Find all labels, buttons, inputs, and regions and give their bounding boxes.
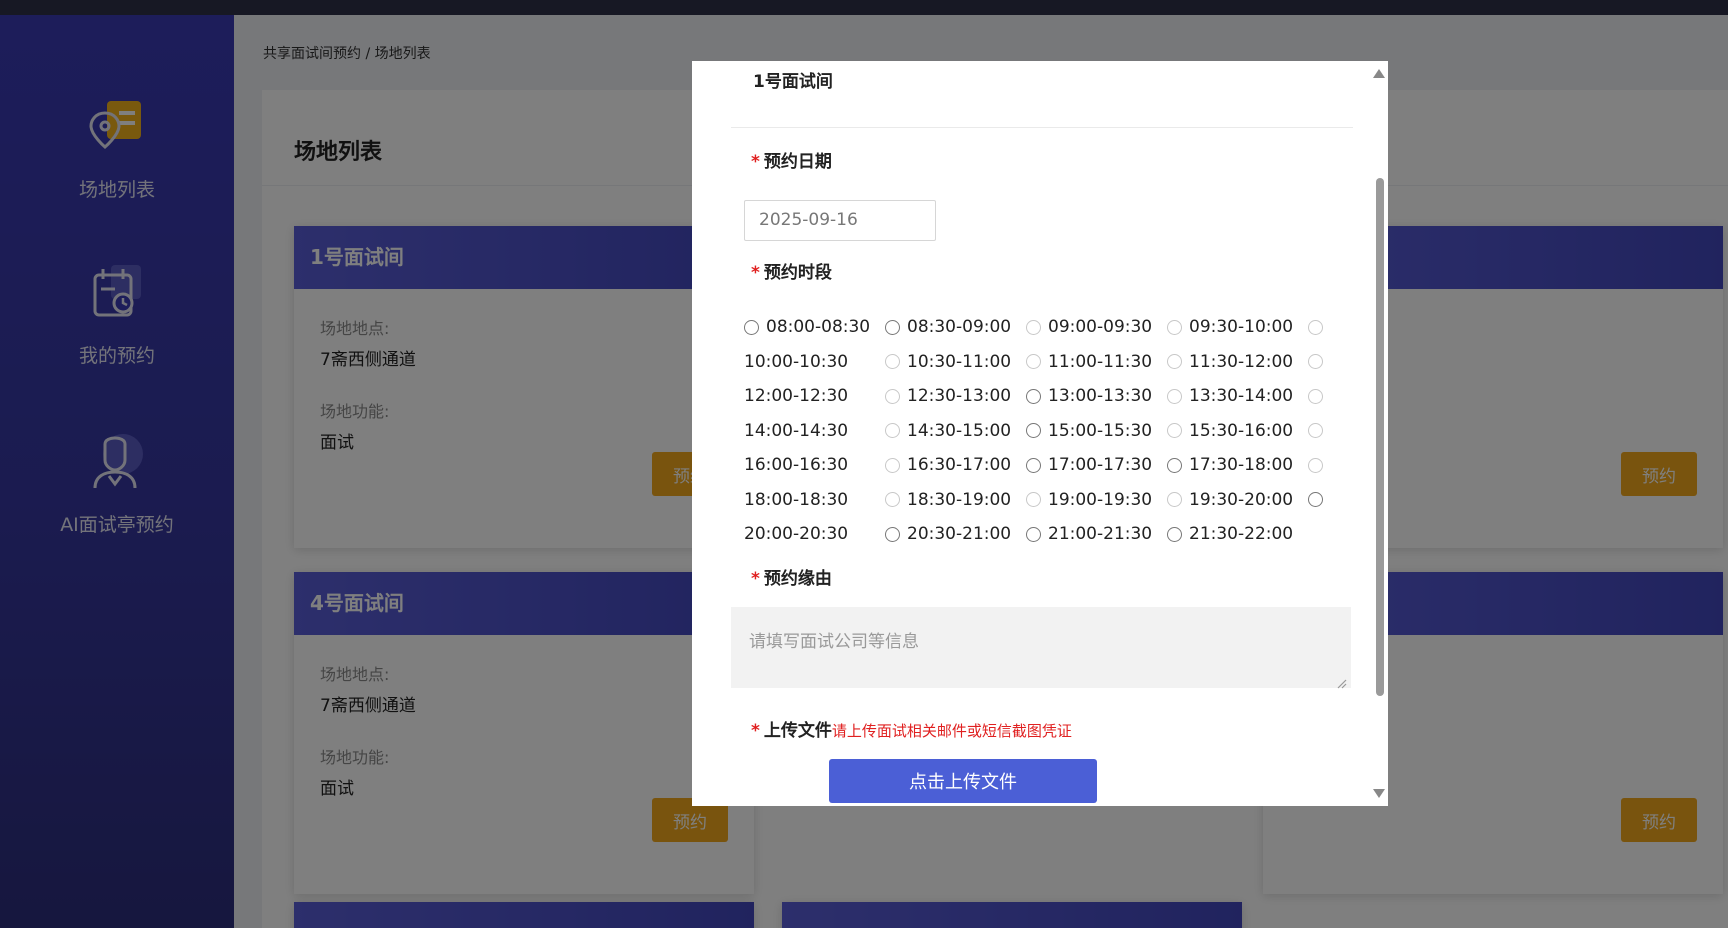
time-slot-option[interactable]: 18:00-18:30 — [744, 490, 885, 510]
scroll-down-icon[interactable] — [1373, 789, 1385, 798]
scroll-up-icon[interactable] — [1373, 69, 1385, 78]
time-slot-option[interactable]: 19:00-19:30 — [1026, 490, 1167, 510]
dialog-scrollbar[interactable] — [1372, 61, 1388, 806]
radio-icon[interactable] — [1308, 492, 1323, 508]
time-slot-option[interactable]: 08:00-08:30 — [744, 317, 885, 337]
required-asterisk: * — [751, 152, 760, 172]
time-slot-option[interactable]: 20:00-20:30 — [744, 524, 885, 544]
radio-icon[interactable] — [1026, 423, 1041, 439]
time-slot-option[interactable]: 17:00-17:30 — [1026, 455, 1167, 475]
time-slot-option[interactable]: 09:00-09:30 — [1026, 317, 1167, 337]
upload-hint: 请上传面试相关邮件或短信截图凭证 — [831, 722, 1072, 740]
time-slot-option[interactable]: 09:30-10:00 — [1167, 317, 1308, 337]
time-slot-option[interactable]: 11:00-11:30 — [1026, 352, 1167, 372]
time-slot-option[interactable]: 16:00-16:30 — [744, 455, 885, 475]
required-asterisk: * — [751, 721, 760, 741]
time-slot-option[interactable]: 21:00-21:30 — [1026, 524, 1167, 544]
time-slot-option[interactable]: 13:30-14:00 — [1167, 386, 1308, 406]
slot-field-label: * 预约时段 — [751, 258, 832, 283]
time-slot-option[interactable]: 16:30-17:00 — [885, 455, 1026, 475]
radio-icon[interactable] — [1026, 526, 1041, 542]
radio-icon[interactable] — [885, 526, 900, 542]
radio-icon[interactable] — [885, 354, 900, 370]
time-slot-option[interactable]: 14:00-14:30 — [744, 421, 885, 441]
radio-icon[interactable] — [1308, 319, 1323, 335]
scrollbar-thumb[interactable] — [1376, 178, 1384, 696]
dialog-divider — [731, 127, 1353, 128]
upload-label-text: 上传文件 — [763, 721, 832, 741]
time-slot-option[interactable]: 15:30-16:00 — [1167, 421, 1308, 441]
date-label-text: 预约日期 — [763, 152, 832, 172]
reservation-dialog: 1号面试间 * 预约日期 2025-09-16 * 预约时段 08:00-08:30… — [692, 61, 1388, 806]
reason-textarea[interactable]: 请填写面试公司等信息 — [731, 607, 1351, 688]
radio-icon[interactable] — [1308, 354, 1323, 370]
radio-icon[interactable] — [1026, 492, 1041, 508]
time-slot-option[interactable]: 10:30-11:00 — [885, 352, 1026, 372]
radio-icon[interactable] — [1026, 319, 1041, 335]
radio-icon[interactable] — [1026, 457, 1041, 473]
radio-icon[interactable] — [885, 319, 900, 335]
radio-icon[interactable] — [1167, 319, 1182, 335]
radio-icon[interactable] — [1308, 388, 1323, 404]
required-asterisk: * — [751, 263, 760, 283]
dialog-room-name: 1号面试间 — [753, 72, 833, 92]
radio-icon[interactable] — [1167, 492, 1182, 508]
time-slot-option[interactable]: 18:30-19:00 — [885, 490, 1026, 510]
time-slot-option[interactable]: 12:30-13:00 — [885, 386, 1026, 406]
time-slot-option[interactable]: 17:30-18:00 — [1167, 455, 1308, 475]
time-slot-option[interactable]: 14:30-15:00 — [885, 421, 1026, 441]
time-slot-option[interactable]: 20:30-21:00 — [885, 524, 1026, 544]
time-slot-option[interactable]: 19:30-20:00 — [1167, 490, 1308, 510]
reason-label-text: 预约缘由 — [763, 569, 832, 589]
radio-icon[interactable] — [885, 492, 900, 508]
slot-label-text: 预约时段 — [763, 263, 832, 283]
radio-icon[interactable] — [1308, 423, 1323, 439]
date-field-label: * 预约日期 — [751, 147, 832, 172]
radio-icon[interactable] — [885, 423, 900, 439]
time-slot-option[interactable]: 11:30-12:00 — [1167, 352, 1308, 372]
radio-icon[interactable] — [1167, 457, 1182, 473]
required-asterisk: * — [751, 569, 760, 589]
radio-icon[interactable] — [1167, 423, 1182, 439]
radio-icon[interactable] — [1167, 526, 1182, 542]
resize-handle-icon[interactable] — [1337, 674, 1347, 689]
time-slot-option[interactable]: 10:00-10:30 — [744, 352, 885, 372]
radio-icon[interactable] — [1167, 388, 1182, 404]
reason-field-label: * 预约缘由 — [751, 564, 832, 589]
radio-icon[interactable] — [1167, 354, 1182, 370]
date-input[interactable]: 2025-09-16 — [744, 200, 936, 241]
upload-file-button[interactable]: 点击上传文件 — [829, 759, 1097, 803]
time-slot-option[interactable]: 21:30-22:00 — [1167, 524, 1308, 544]
radio-icon[interactable] — [1026, 388, 1041, 404]
radio-icon[interactable] — [1308, 457, 1323, 473]
time-slot-option[interactable]: 15:00-15:30 — [1026, 421, 1167, 441]
upload-field-label: * 上传文件请上传面试相关邮件或短信截图凭证 — [751, 716, 1072, 741]
radio-icon[interactable] — [1026, 354, 1041, 370]
radio-icon[interactable] — [885, 388, 900, 404]
time-slot-option[interactable]: 08:30-09:00 — [885, 317, 1026, 337]
radio-icon[interactable] — [744, 319, 759, 335]
time-slot-option[interactable]: 12:00-12:30 — [744, 386, 885, 406]
radio-icon[interactable] — [885, 457, 900, 473]
time-slot-option[interactable]: 13:00-13:30 — [1026, 386, 1167, 406]
time-slot-group: 08:00-08:30 08:30-09:00 09:00-09:30 09:3… — [744, 310, 1344, 552]
